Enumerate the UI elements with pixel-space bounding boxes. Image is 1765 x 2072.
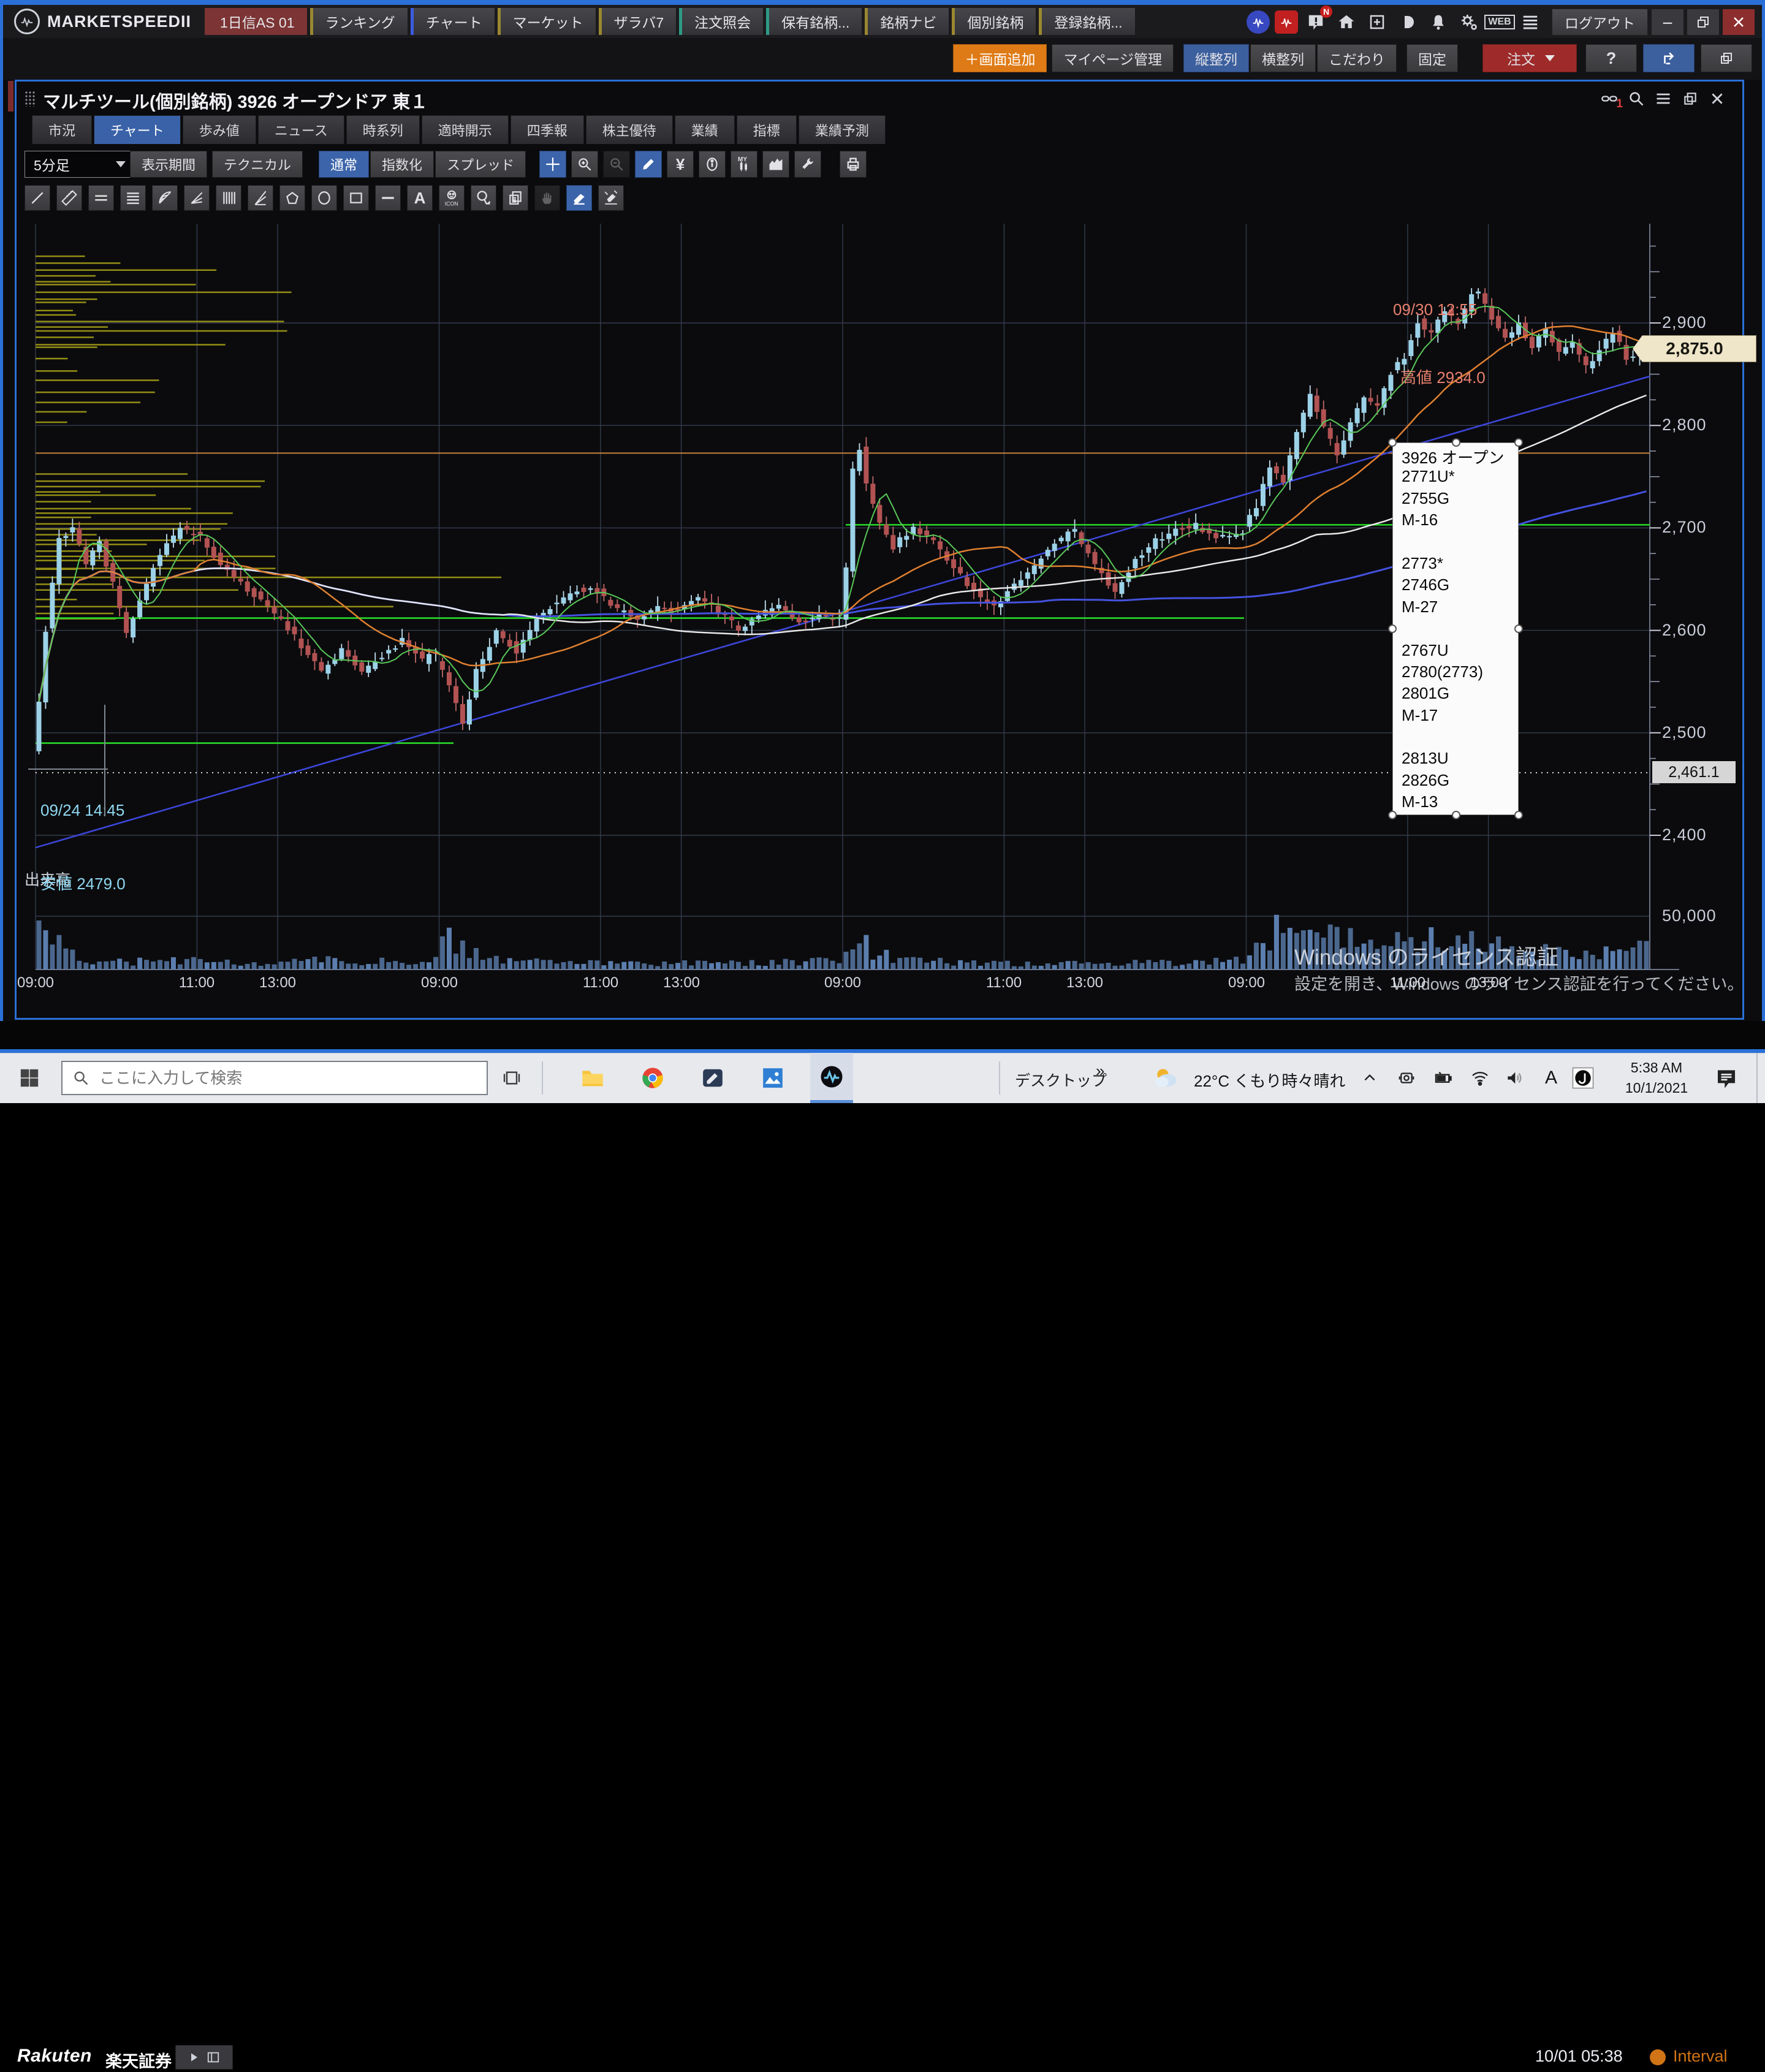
weather-text[interactable]: 22°C くもり時々晴れ	[1194, 1069, 1345, 1091]
x-axis-label: 09:00	[421, 974, 458, 992]
clock-date: 10/1/2021	[1611, 1078, 1702, 1098]
x-axis-label: 09:00	[1228, 974, 1265, 992]
low-marker-vline	[104, 705, 105, 816]
start-button[interactable]	[0, 1053, 59, 1103]
interval-dot-icon	[1650, 2049, 1666, 2065]
x-axis-label: 11:00	[179, 974, 214, 992]
x-axis-label: 13:00	[1066, 974, 1103, 992]
taskbar-search[interactable]	[61, 1061, 488, 1095]
marketspeed-taskbar-icon[interactable]	[810, 1053, 853, 1103]
windows-activation-watermark: Windows のライセンス認証	[1294, 940, 1558, 971]
volume-axis-label: 50,000	[1662, 906, 1717, 925]
speaker-icon[interactable]	[1498, 1053, 1531, 1103]
resize-handle[interactable]	[1452, 811, 1460, 819]
panel-icon	[207, 2051, 220, 2064]
resize-handle[interactable]	[1514, 438, 1523, 447]
resize-handle[interactable]	[1514, 624, 1523, 633]
low-annotation: 09/24 14:45 安値 2479.0	[40, 749, 126, 945]
chart-note-box[interactable]: 3926 オープン 2771U* 2755G M-16 2773* 2746G …	[1392, 442, 1519, 815]
resize-handle[interactable]	[1388, 624, 1397, 633]
file-explorer-icon[interactable]	[571, 1053, 614, 1103]
high-annotation: 09/30 12:55 高値 2934.0	[1393, 253, 1486, 435]
y-axis-label: 2,900	[1662, 313, 1707, 332]
windows-activation-watermark-sub: 設定を開き、Windows のライセンス認証を行ってください。	[1294, 971, 1744, 995]
taskbar-separator	[999, 1061, 1000, 1095]
screen: MARKETSPEEDII 1日信AS 01 ランキング チャート マーケット …	[0, 0, 1765, 1103]
show-desktop-strip[interactable]	[1756, 1053, 1758, 1103]
x-axis-label: 13:00	[663, 974, 700, 992]
task-view-icon[interactable]	[490, 1053, 533, 1103]
tray-expand-icon[interactable]	[1353, 1053, 1386, 1103]
resize-handle[interactable]	[1452, 438, 1460, 447]
action-center-icon[interactable]	[1710, 1053, 1743, 1103]
play-icon	[188, 2051, 200, 2063]
x-axis-label: 11:00	[986, 974, 1022, 992]
ime-mode-icon[interactable]: A	[1535, 1053, 1568, 1103]
y-axis-label: 2,700	[1662, 518, 1707, 537]
panel-toggle-button[interactable]	[175, 2045, 233, 2070]
current-price-badge: 2,875.0	[1633, 335, 1756, 362]
status-bar: Rakuten 楽天証券 10/01 05:38 Interval	[0, 1021, 1765, 1049]
desktop-toolbar-label[interactable]: デスクトップ	[1015, 1069, 1107, 1091]
status-datetime: 10/01 05:38	[1535, 2047, 1623, 2066]
y-axis-label: 2,500	[1662, 723, 1707, 742]
x-axis-label: 11:00	[583, 974, 618, 992]
cast-icon[interactable]	[1390, 1053, 1423, 1103]
taskbar-clock[interactable]: 5:38 AM 10/1/2021	[1611, 1058, 1702, 1098]
search-input[interactable]	[98, 1068, 444, 1088]
search-icon	[72, 1069, 89, 1087]
x-axis-label: 13:00	[259, 974, 296, 992]
low-marker-hline	[28, 768, 108, 770]
toolbar-expand-icon[interactable]: »	[1096, 1061, 1104, 1080]
battery-icon[interactable]	[1427, 1053, 1460, 1103]
y-axis-label: 2,800	[1662, 416, 1707, 435]
resize-handle[interactable]	[1514, 811, 1523, 819]
resize-handle[interactable]	[1388, 811, 1397, 819]
rakuten-shoken-label: 楽天証券	[105, 2048, 172, 2072]
clock-time: 5:38 AM	[1611, 1058, 1702, 1078]
marked-level-badge: 2,461.1	[1652, 761, 1736, 783]
y-axis-label: 2,600	[1662, 621, 1707, 640]
wifi-icon[interactable]	[1463, 1053, 1497, 1103]
y-axis-label: 2,400	[1662, 825, 1707, 844]
resize-handle[interactable]	[1388, 438, 1397, 447]
rakuten-logo: Rakuten	[17, 2046, 92, 2066]
x-axis-label: 09:00	[17, 974, 54, 992]
ime-lang-icon[interactable]	[1566, 1053, 1600, 1103]
x-axis-label: 09:00	[824, 974, 861, 992]
chrome-icon[interactable]	[631, 1053, 674, 1103]
interval-label: Interval	[1673, 2047, 1728, 2066]
weather-icon[interactable]	[1145, 1053, 1188, 1103]
mail-app-icon[interactable]	[691, 1053, 734, 1103]
taskbar-separator	[542, 1061, 543, 1095]
photos-app-icon[interactable]	[751, 1053, 794, 1103]
